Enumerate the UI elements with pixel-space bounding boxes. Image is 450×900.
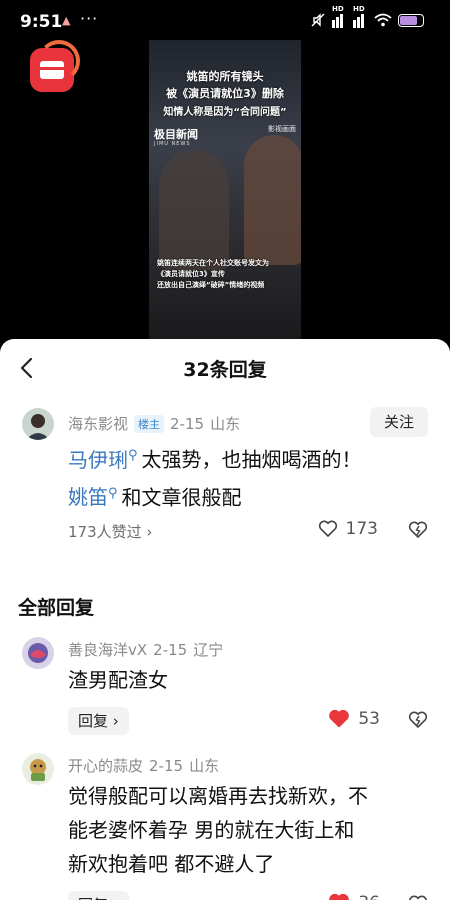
comment-text: 觉得般配可以离婚再去找新欢，不 能老婆怀着孕 男的就在大街上和 新欢抱着吧 都不… <box>68 784 368 876</box>
sheet-header: 32条回复 <box>0 339 450 399</box>
comment-location: 辽宁 <box>193 641 224 659</box>
reply-button[interactable]: 回复 › <box>68 707 129 735</box>
mention-link[interactable]: 马伊琍⚲ <box>68 448 142 472</box>
mute-icon <box>311 13 325 27</box>
source-label: 影视画面 <box>268 125 296 133</box>
dislike-icon[interactable] <box>408 895 428 900</box>
reply-sheet: 32条回复 海东影视 楼主 2-15 山东 关注 马伊琍⚲ 太强势，也抽烟喝酒的！ <box>0 339 450 900</box>
dislike-icon[interactable] <box>408 521 428 539</box>
comment-meta: 善良海洋vX 2-15 辽宁 <box>68 639 223 660</box>
more-notifications-icon: ··· <box>80 9 99 28</box>
status-time: 9:51 <box>20 12 63 32</box>
comment-location: 山东 <box>210 415 241 433</box>
like-button[interactable]: 53 <box>328 709 380 729</box>
mention-link[interactable]: 姚笛⚲ <box>68 485 122 509</box>
like-count: 173 <box>345 519 378 539</box>
video-headline-2: 被《演员请就位3》删除 <box>166 87 284 100</box>
signal-2-icon: HD <box>353 5 368 28</box>
like-count: 36 <box>358 893 380 900</box>
chevron-right-icon: › <box>108 712 119 730</box>
wifi-icon <box>374 13 392 27</box>
news-logo: 极目新闻 <box>154 128 198 141</box>
comment-date: 2-15 <box>149 756 184 775</box>
comment-meta: 开心的蒜皮 2-15 山东 <box>68 755 219 776</box>
screen: 9:51 ▲ ··· HD HD 姚笛的所有镜头 被《演员请就位3》删除 知情人… <box>0 0 450 900</box>
dislike-icon[interactable] <box>408 711 428 729</box>
notification-icon: ▲ <box>62 14 71 27</box>
avatar[interactable] <box>22 637 54 669</box>
video-headline-1: 姚笛的所有镜头 <box>186 70 264 83</box>
sheet-title: 32条回复 <box>183 359 267 381</box>
heart-outline-icon <box>318 520 337 537</box>
chevron-right-icon: › <box>146 523 153 541</box>
likers-link[interactable]: 173人赞过 › <box>68 521 152 542</box>
search-icon: ⚲ <box>128 448 138 463</box>
reply-button[interactable]: 回复 › <box>68 891 129 900</box>
comment-location: 山东 <box>189 757 220 775</box>
comment-date: 2-15 <box>170 414 205 433</box>
like-count: 53 <box>358 709 380 729</box>
comment-text: 渣男配渣女 <box>68 668 168 692</box>
author-badge: 楼主 <box>134 414 165 433</box>
comment-date: 2-15 <box>153 640 188 659</box>
loading-arc-icon <box>38 40 80 82</box>
avatar[interactable] <box>22 408 54 440</box>
news-logo-sub: JIMU NEWS <box>154 141 191 147</box>
chevron-right-icon: › <box>108 896 119 900</box>
status-icons: HD HD <box>310 5 424 28</box>
video-caption-3: 还放出自己演绎“破碎”情绪的视频 <box>157 281 265 289</box>
battery-icon <box>398 13 424 27</box>
heart-filled-icon <box>329 893 350 900</box>
username[interactable]: 海东影视 <box>68 413 128 434</box>
like-button[interactable]: 36 <box>328 893 380 900</box>
video-caption-1: 姚笛连续两天在个人社交账号发文为 <box>157 259 269 267</box>
video-headline-3: 知情人称是因为“合同问题” <box>163 107 287 118</box>
video-caption-2: 《演员请就位3》宣传 <box>157 270 225 278</box>
all-replies-title: 全部回复 <box>18 597 95 619</box>
heart-filled-icon <box>329 709 350 728</box>
like-button[interactable]: 173 <box>318 519 378 539</box>
comment-meta: 海东影视 楼主 2-15 山东 <box>68 413 240 434</box>
comment-text: 马伊琍⚲ 太强势，也抽烟喝酒的！ 姚笛⚲ 和文章很般配 <box>68 447 362 510</box>
search-icon: ⚲ <box>108 485 118 501</box>
username[interactable]: 善良海洋vX <box>68 639 147 660</box>
avatar[interactable] <box>22 753 54 785</box>
video-player[interactable]: 姚笛的所有镜头 被《演员请就位3》删除 知情人称是因为“合同问题” 极目新闻 J… <box>149 40 301 340</box>
signal-1-icon: HD <box>332 5 347 28</box>
status-bar: 9:51 ▲ ··· HD HD <box>0 0 450 44</box>
follow-button[interactable]: 关注 <box>370 407 428 437</box>
username[interactable]: 开心的蒜皮 <box>68 755 143 776</box>
